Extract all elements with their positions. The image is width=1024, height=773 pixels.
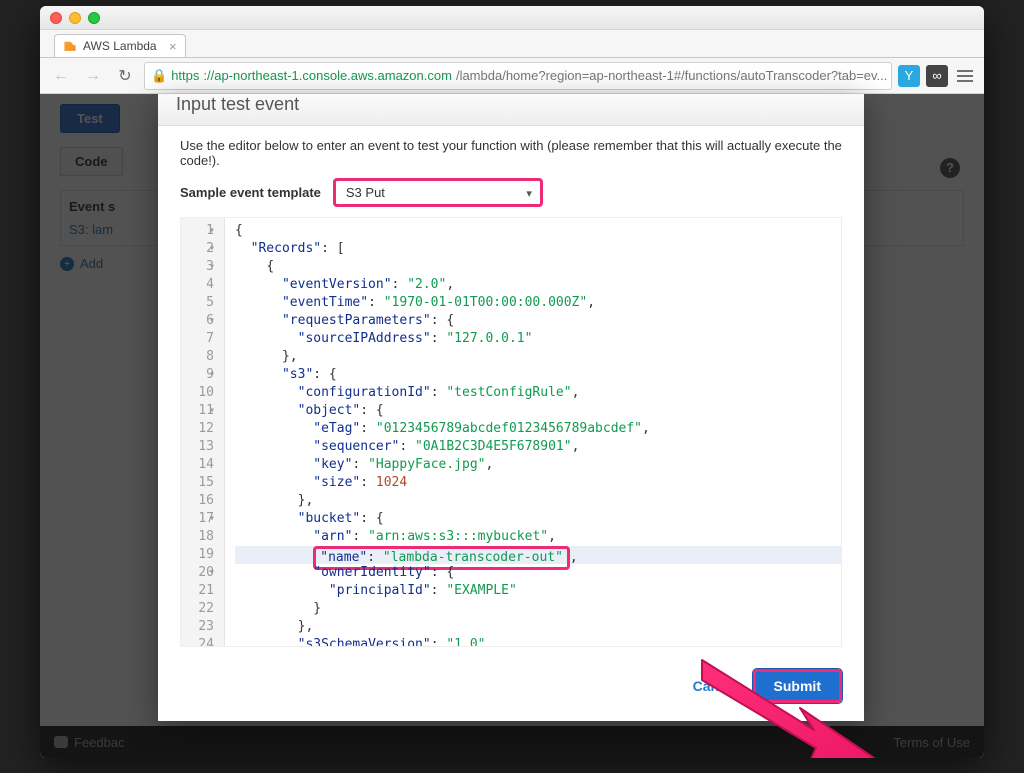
window-controls: [50, 12, 100, 24]
extension-icon-1[interactable]: Y: [898, 65, 920, 87]
browser-window: AWS Lambda × ← → ↻ 🔒 https ://ap-northea…: [40, 6, 984, 758]
modal-hint: Use the editor below to enter an event t…: [180, 138, 842, 168]
aws-favicon-icon: [63, 39, 77, 53]
json-editor[interactable]: 1▾2▾3▾456▾789▾1011▾121314151617▾181920▾2…: [180, 217, 842, 647]
close-window-icon[interactable]: [50, 12, 62, 24]
bookmark-star-icon[interactable]: ☆: [891, 68, 892, 84]
url-path: /lambda/home?region=ap-northeast-1#/func…: [456, 68, 887, 83]
browser-tab-active[interactable]: AWS Lambda ×: [54, 34, 186, 57]
browser-toolbar: ← → ↻ 🔒 https ://ap-northeast-1.console.…: [40, 58, 984, 94]
modal-footer: Cancel Submit: [158, 651, 864, 721]
tab-title: AWS Lambda: [83, 39, 157, 53]
page-content: Test Code ? Event s S3: lam + Add Feedba…: [40, 94, 984, 758]
sample-template-select[interactable]: S3 Put ▾: [333, 178, 543, 207]
chevron-down-icon: ▾: [526, 187, 532, 200]
zoom-window-icon[interactable]: [88, 12, 100, 24]
template-selected-value: S3 Put: [346, 185, 385, 200]
reload-icon[interactable]: ↻: [112, 63, 138, 89]
extension-icons: Y ∞: [898, 65, 976, 87]
extension-icon-2[interactable]: ∞: [926, 65, 948, 87]
minimize-window-icon[interactable]: [69, 12, 81, 24]
chrome-menu-icon[interactable]: [954, 65, 976, 87]
cancel-button[interactable]: Cancel: [693, 678, 739, 694]
nav-back-icon[interactable]: ←: [48, 63, 74, 89]
editor-gutter: 1▾2▾3▾456▾789▾1011▾121314151617▾181920▾2…: [181, 218, 225, 646]
tab-close-icon[interactable]: ×: [169, 39, 177, 54]
url-host: ://ap-northeast-1.console.aws.amazon.com: [203, 68, 452, 83]
test-event-modal: Input test event Use the editor below to…: [158, 94, 864, 721]
browser-tabstrip: AWS Lambda ×: [40, 30, 984, 58]
template-label: Sample event template: [180, 185, 321, 200]
editor-code[interactable]: { "Records": [ { "eventVersion": "2.0", …: [225, 218, 841, 646]
address-bar[interactable]: 🔒 https ://ap-northeast-1.console.aws.am…: [144, 62, 892, 90]
nav-forward-icon[interactable]: →: [80, 63, 106, 89]
lock-icon: 🔒: [151, 68, 167, 84]
modal-title: Input test event: [176, 94, 299, 114]
url-scheme: https: [171, 68, 199, 83]
mac-titlebar: [40, 6, 984, 30]
submit-button[interactable]: Submit: [753, 669, 842, 703]
